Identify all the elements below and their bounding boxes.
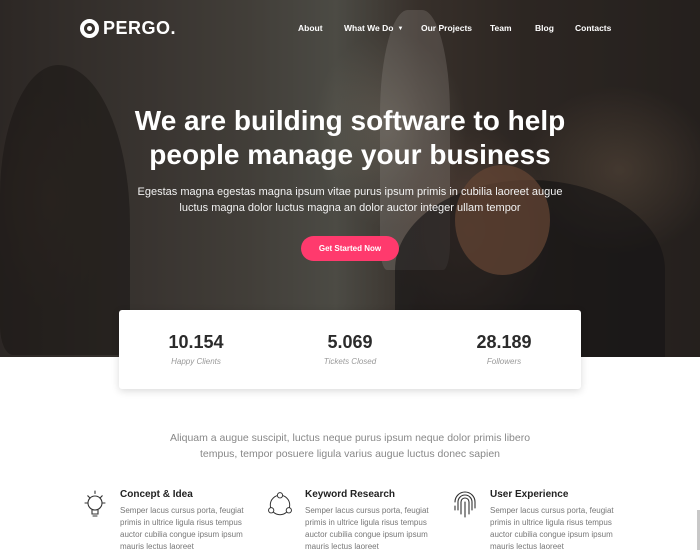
stat-label: Tickets Closed [323,357,377,366]
hero-title: We are building software to help people … [0,104,700,172]
feature-title: Keyword Research [305,489,396,500]
brand-name: PERGO. [103,18,177,38]
stat-tickets-closed: 5.069 Tickets Closed [273,332,427,366]
feature-text: Semper lacus cursus porta, feugiat primi… [490,506,614,550]
nav-item-blog[interactable]: Blog [535,23,554,33]
intro-line: Aliquam a augue suscipit, luctus neque p… [169,432,531,444]
nav-item-what-we-do[interactable]: What We Do ▼ [344,23,403,33]
nav-item-contacts[interactable]: Contacts [575,23,611,33]
navbar: PERGO. About What We Do ▼ Our Projects Te… [0,0,700,58]
stat-value: 28.189 [476,332,532,352]
hero-section: PERGO. About What We Do ▼ Our Projects Te… [0,0,700,357]
feature-text: Semper lacus cursus porta, feugiat primi… [305,506,429,550]
hero-subtitle-line: luctus magna dolor luctus magna an dolor… [179,202,521,214]
nav-item-label: What We Do [344,23,394,33]
logo-icon [80,19,99,38]
nav-item-label: Contacts [575,23,612,33]
nav-item-label: About [298,23,323,33]
nav-item-label: Team [490,23,512,33]
brand-logo[interactable]: PERGO. [80,18,176,39]
feature-title: Concept & Idea [120,489,193,500]
stat-label: Happy Clients [171,357,221,366]
nav-item-label: Our Projects [421,23,473,33]
feature-title: User Experience [490,489,569,500]
intro-line: tempus, tempor posuere ligula varius aug… [199,448,500,460]
stat-value: 5.069 [327,332,373,352]
network-icon [268,492,292,516]
hero-subtitle: Egestas magna egestas magna ipsum vitae … [0,184,700,216]
chevron-down-icon: ▼ [397,26,404,32]
nav-item-team[interactable]: Team [490,23,512,33]
stat-followers: 28.189 Followers [427,332,581,366]
lightbulb-icon [84,490,106,517]
stat-label: Followers [486,357,522,366]
nav-item-about[interactable]: About [298,23,323,33]
stats-card: 10.154 Happy Clients 5.069 Tickets Close… [119,310,581,389]
hero-subtitle-line: Egestas magna egestas magna ipsum vitae … [137,186,563,198]
hero-title-line: people manage your business [149,139,551,170]
intro-text: Aliquam a augue suscipit, luctus neque p… [150,430,550,462]
stat-value: 10.154 [168,332,224,352]
nav-item-label: Blog [535,23,554,33]
fingerprint-icon [454,491,476,518]
hero-title-line: We are building software to help [134,105,566,136]
nav-item-our-projects[interactable]: Our Projects [421,23,472,33]
get-started-button[interactable]: Get Started Now [301,236,399,261]
feature-text: Semper lacus cursus porta, feugiat primi… [120,506,244,550]
stat-happy-clients: 10.154 Happy Clients [119,332,273,366]
